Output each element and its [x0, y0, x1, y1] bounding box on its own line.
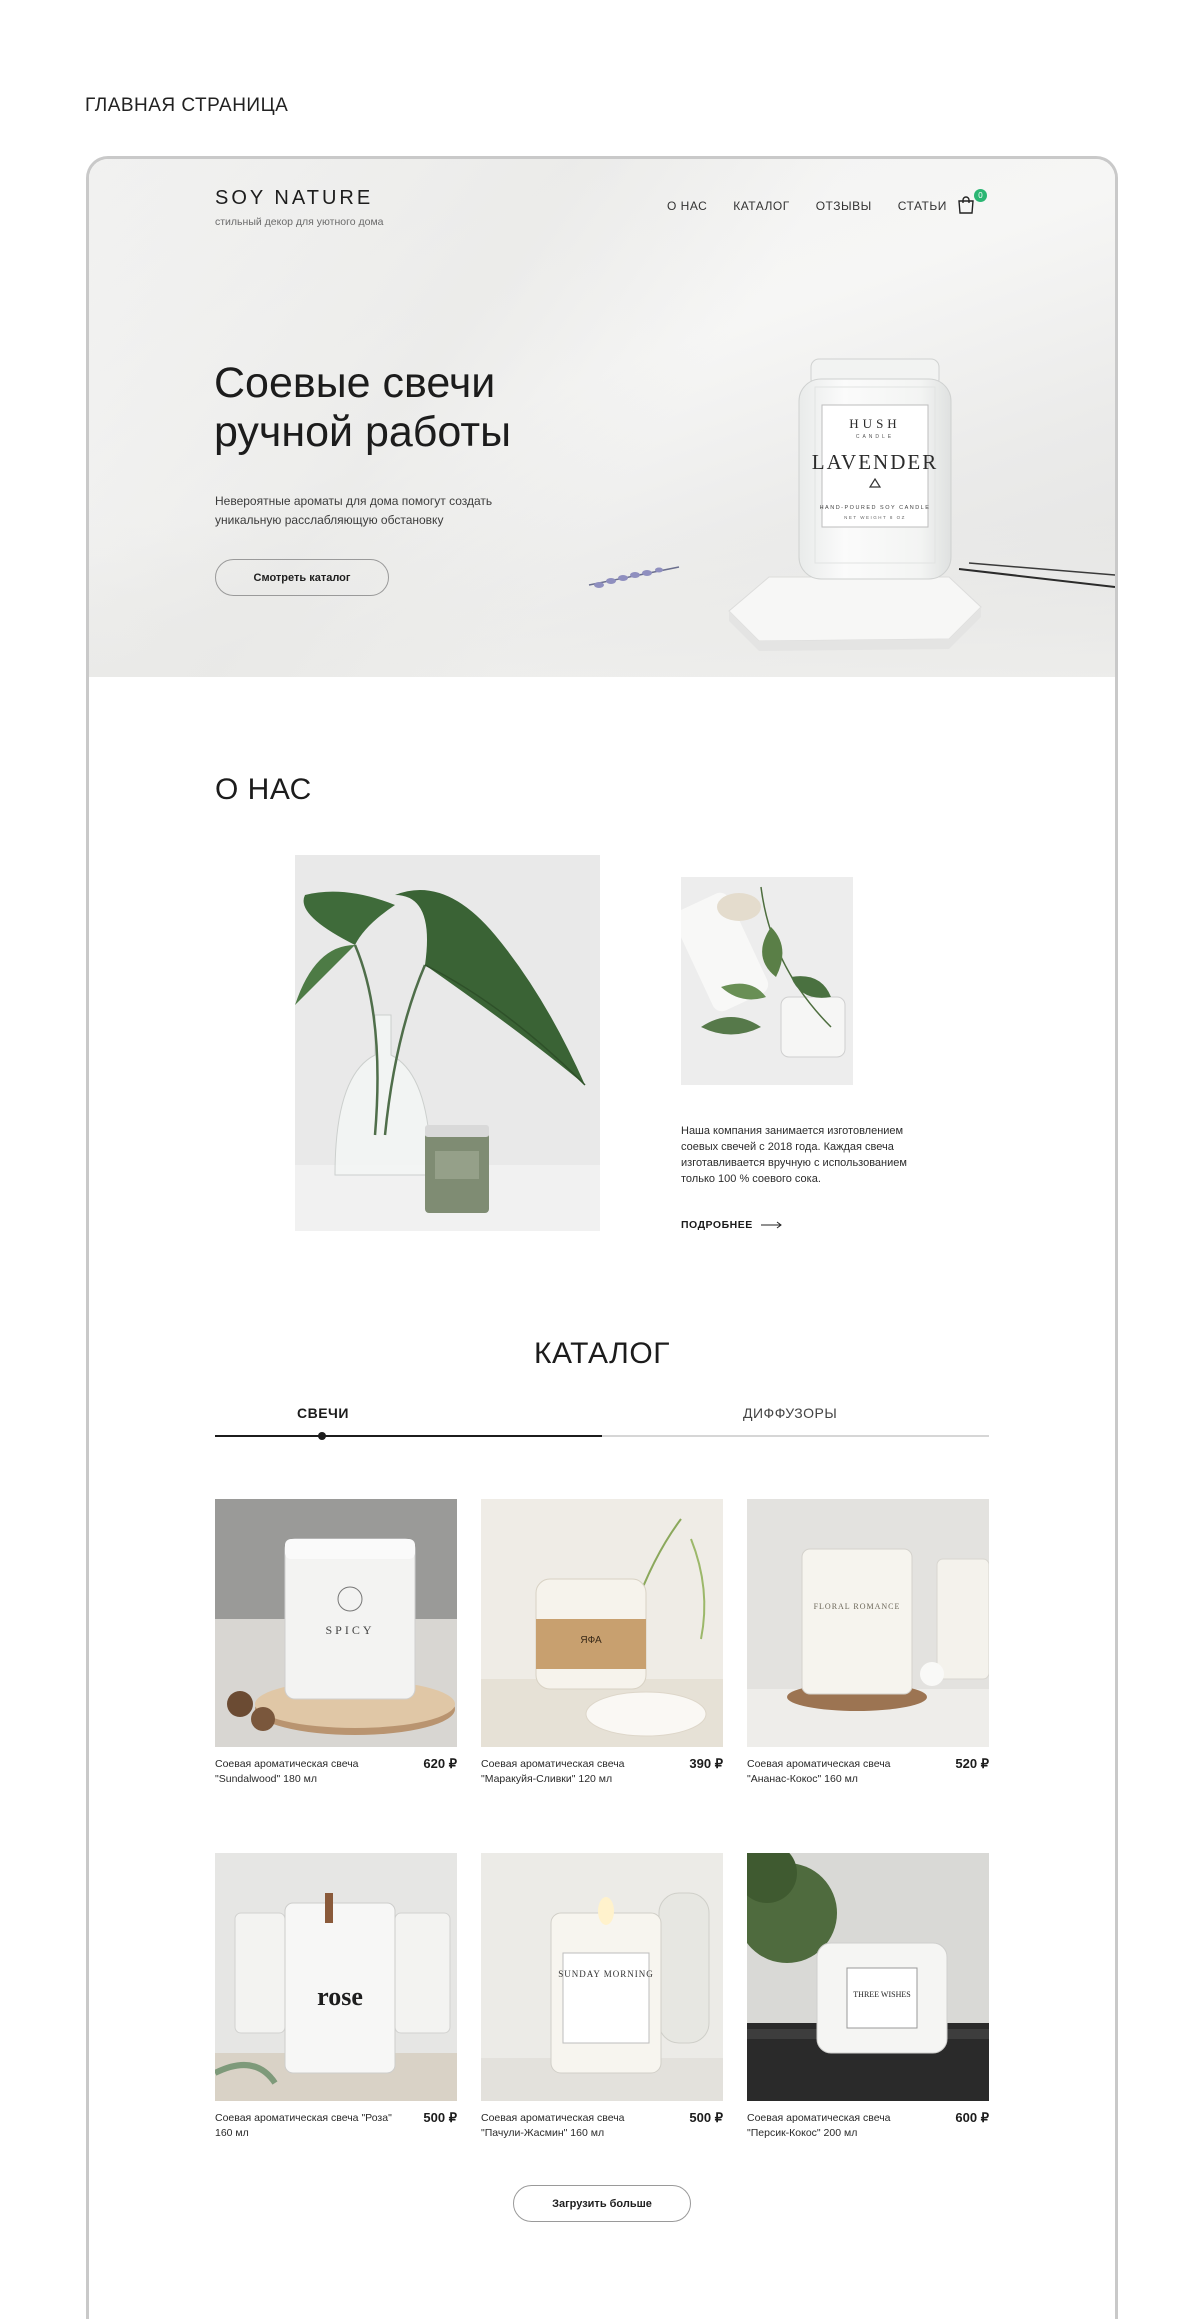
active-tab-indicator — [215, 1435, 602, 1437]
logo-tagline: стильный декор для уютного дома — [215, 216, 384, 228]
product-image: SUNDAY MORNING — [481, 1853, 723, 2101]
hero-candle-image: HUSH CANDLE LAVENDER HAND-POURED SOY CAN… — [588, 358, 1115, 651]
cart-count-badge: 0 — [974, 189, 987, 202]
product-price: 500 ₽ — [689, 2110, 723, 2125]
logo[interactable]: SOY NATURE стильный декор для уютного до… — [215, 187, 384, 228]
hero-subtitle: Невероятные ароматы для дома помогут соз… — [215, 494, 493, 527]
about-description: Наша компания занимается изготовлением с… — [681, 1125, 907, 1185]
product-price: 620 ₽ — [423, 1756, 457, 1771]
jar-name: LAVENDER — [812, 450, 938, 474]
hero-section: SOY NATURE стильный декор для уютного до… — [89, 159, 1115, 677]
shopping-bag-icon — [958, 196, 974, 214]
product-price: 600 ₽ — [955, 2110, 989, 2125]
catalog-tabs: СВЕЧИ ДИФФУЗОРЫ — [215, 1405, 989, 1440]
jar-weight: NET WEIGHT 8 OZ — [844, 515, 906, 520]
product-card[interactable]: SUNDAY MORNING Соевая ароматическая свеч… — [481, 1853, 723, 2139]
hero-title: Соевые свечи ручной работы — [214, 359, 511, 457]
product-card[interactable]: ЯФА Соевая ароматическая свеча "Маракуйя… — [481, 1499, 723, 1785]
product-card[interactable]: rose Соевая ароматическая свеча "Роза" 1… — [215, 1853, 457, 2139]
active-tab-dot — [318, 1432, 326, 1440]
hero-title-line2: ручной работы — [214, 408, 511, 456]
read-more-label: ПОДРОБНЕЕ — [681, 1219, 753, 1231]
product-label: ЯФА — [580, 1635, 602, 1646]
product-card[interactable]: FLORAL ROMANCE Соевая ароматическая свеч… — [747, 1499, 989, 1785]
page-caption: ГЛАВНАЯ СТРАНИЦА — [85, 95, 289, 116]
jar-brand-sub: CANDLE — [856, 434, 894, 440]
about-plant-image — [295, 855, 600, 1231]
product-image: ЯФА — [481, 1499, 723, 1747]
product-image: rose — [215, 1853, 457, 2101]
tab-candles[interactable]: СВЕЧИ — [297, 1405, 349, 1421]
cart-button[interactable]: 0 — [956, 189, 987, 219]
load-more-button[interactable]: Загрузить больше — [513, 2185, 691, 2222]
tab-diffusers[interactable]: ДИФФУЗОРЫ — [743, 1405, 837, 1421]
product-image: THREE WISHES — [747, 1853, 989, 2101]
product-label: FLORAL ROMANCE — [814, 1602, 901, 1611]
product-label: SUNDAY MORNING — [558, 1969, 654, 1979]
product-name: Соевая ароматическая свеча "Роза" 160 мл — [215, 2112, 392, 2139]
product-label: rose — [317, 1982, 363, 2011]
catalog-title: КАТАЛОГ — [534, 1337, 670, 1370]
product-label: SPICY — [325, 1623, 374, 1637]
hero-title-line1: Соевые свечи — [214, 359, 496, 407]
product-image: SPICY — [215, 1499, 457, 1747]
logo-name: SOY NATURE — [215, 187, 374, 209]
product-name: Соевая ароматическая свеча "Маракуйя-Сли… — [481, 1758, 625, 1785]
product-name: Соевая ароматическая свеча "Пачули-Жасми… — [481, 2112, 625, 2139]
product-price: 500 ₽ — [423, 2110, 457, 2125]
product-card[interactable]: THREE WISHES Соевая ароматическая свеча … — [747, 1853, 989, 2139]
view-catalog-button[interactable]: Смотреть каталог — [215, 559, 389, 596]
read-more-link[interactable]: ПОДРОБНЕЕ — [681, 1219, 783, 1231]
about-title: О НАС — [215, 773, 312, 806]
product-name: Соевая ароматическая свеча "Ананас-Кокос… — [747, 1758, 891, 1785]
nav-item-articles[interactable]: СТАТЬИ — [898, 199, 947, 213]
product-price: 520 ₽ — [955, 1756, 989, 1771]
nav-item-reviews[interactable]: ОТЗЫВЫ — [816, 199, 872, 213]
main-nav: О НАС КАТАЛОГ ОТЗЫВЫ СТАТЬИ — [667, 199, 947, 213]
product-price: 390 ₽ — [689, 1756, 723, 1771]
website-frame: SOY NATURE стильный декор для уютного до… — [86, 156, 1118, 2319]
jar-line: HAND-POURED SOY CANDLE — [820, 505, 931, 511]
about-candles-image — [681, 877, 853, 1085]
nav-item-about[interactable]: О НАС — [667, 199, 707, 213]
product-label: THREE WISHES — [853, 1990, 910, 1999]
arrow-right-icon — [760, 1221, 782, 1229]
product-card[interactable]: SPICY Соевая ароматическая свеча "Sundal… — [215, 1499, 457, 1785]
nav-item-catalog[interactable]: КАТАЛОГ — [733, 199, 789, 213]
product-name: Соевая ароматическая свеча "Персик-Кокос… — [747, 2112, 891, 2139]
jar-brand: HUSH — [849, 416, 900, 431]
product-name: Соевая ароматическая свеча "Sundalwood" … — [215, 1758, 359, 1785]
product-image: FLORAL ROMANCE — [747, 1499, 989, 1747]
